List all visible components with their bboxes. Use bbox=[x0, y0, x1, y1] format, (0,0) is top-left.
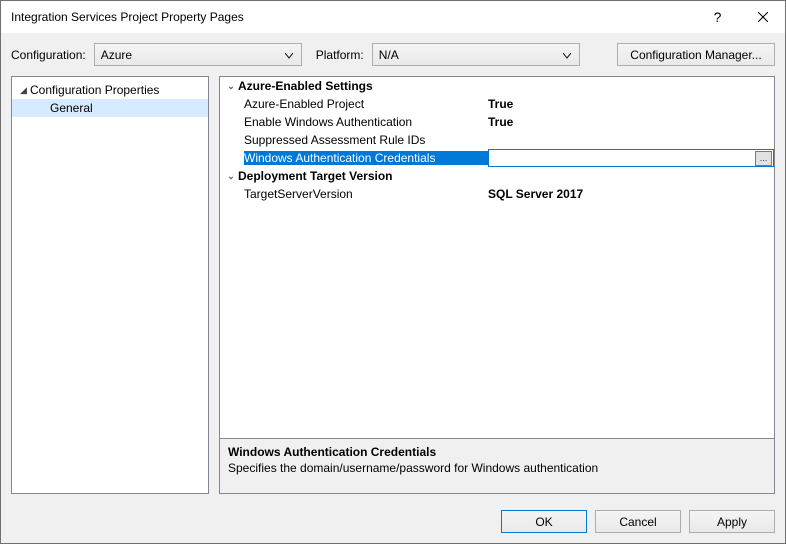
description-pane: Windows Authentication Credentials Speci… bbox=[219, 438, 775, 494]
ok-button[interactable]: OK bbox=[501, 510, 587, 533]
chevron-down-icon bbox=[559, 48, 575, 62]
prop-value: True bbox=[488, 115, 513, 129]
configuration-value: Azure bbox=[101, 48, 281, 62]
tree-node-label: General bbox=[50, 101, 93, 115]
category-label: Deployment Target Version bbox=[238, 169, 392, 183]
help-button[interactable]: ? bbox=[695, 2, 740, 33]
prop-enable-windows-authentication[interactable]: Enable Windows Authentication True bbox=[220, 113, 774, 131]
configuration-manager-button[interactable]: Configuration Manager... bbox=[617, 43, 775, 66]
platform-value: N/A bbox=[379, 48, 559, 62]
close-icon bbox=[758, 12, 768, 22]
ellipsis-button[interactable]: ... bbox=[755, 151, 772, 166]
config-toolbar: Configuration: Azure Platform: N/A Confi… bbox=[1, 33, 785, 76]
titlebar: Integration Services Project Property Pa… bbox=[1, 1, 785, 33]
cancel-button[interactable]: Cancel bbox=[595, 510, 681, 533]
close-button[interactable] bbox=[740, 2, 785, 33]
chevron-down-icon: ⌄ bbox=[224, 171, 238, 182]
prop-name: TargetServerVersion bbox=[244, 187, 488, 201]
description-text: Specifies the domain/username/password f… bbox=[228, 461, 766, 475]
window-title: Integration Services Project Property Pa… bbox=[11, 10, 695, 24]
chevron-down-icon: ⌄ bbox=[224, 81, 238, 92]
category-deployment-target-version[interactable]: ⌄ Deployment Target Version bbox=[220, 167, 774, 185]
dialog-footer: OK Cancel Apply bbox=[1, 502, 785, 543]
platform-dropdown[interactable]: N/A bbox=[372, 43, 580, 66]
chevron-down-icon bbox=[281, 48, 297, 62]
prop-name: Suppressed Assessment Rule IDs bbox=[244, 133, 488, 147]
prop-suppressed-assessment-rule-ids[interactable]: Suppressed Assessment Rule IDs bbox=[220, 131, 774, 149]
tree-node-general[interactable]: General bbox=[12, 99, 208, 117]
apply-button[interactable]: Apply bbox=[689, 510, 775, 533]
description-title: Windows Authentication Credentials bbox=[228, 445, 766, 459]
property-pages-dialog: Integration Services Project Property Pa… bbox=[0, 0, 786, 544]
configuration-label: Configuration: bbox=[11, 48, 88, 62]
tree-node-label: Configuration Properties bbox=[30, 83, 159, 97]
prop-name: Windows Authentication Credentials bbox=[244, 151, 488, 165]
tree-node-configuration-properties[interactable]: ◢ Configuration Properties bbox=[12, 81, 208, 99]
configuration-dropdown[interactable]: Azure bbox=[94, 43, 302, 66]
nav-tree[interactable]: ◢ Configuration Properties General bbox=[11, 76, 209, 494]
prop-azure-enabled-project[interactable]: Azure-Enabled Project True bbox=[220, 95, 774, 113]
prop-value: SQL Server 2017 bbox=[488, 187, 583, 201]
prop-value-cell[interactable]: ... bbox=[488, 149, 774, 167]
prop-name: Azure-Enabled Project bbox=[244, 97, 488, 111]
prop-windows-authentication-credentials[interactable]: Windows Authentication Credentials ... bbox=[220, 149, 774, 167]
property-grid[interactable]: ⌄ Azure-Enabled Settings Azure-Enabled P… bbox=[219, 76, 775, 439]
category-label: Azure-Enabled Settings bbox=[238, 79, 373, 93]
platform-label: Platform: bbox=[316, 48, 366, 62]
prop-name: Enable Windows Authentication bbox=[244, 115, 488, 129]
category-azure-enabled-settings[interactable]: ⌄ Azure-Enabled Settings bbox=[220, 77, 774, 95]
prop-target-server-version[interactable]: TargetServerVersion SQL Server 2017 bbox=[220, 185, 774, 203]
prop-value: True bbox=[488, 97, 513, 111]
collapse-icon: ◢ bbox=[20, 85, 30, 96]
